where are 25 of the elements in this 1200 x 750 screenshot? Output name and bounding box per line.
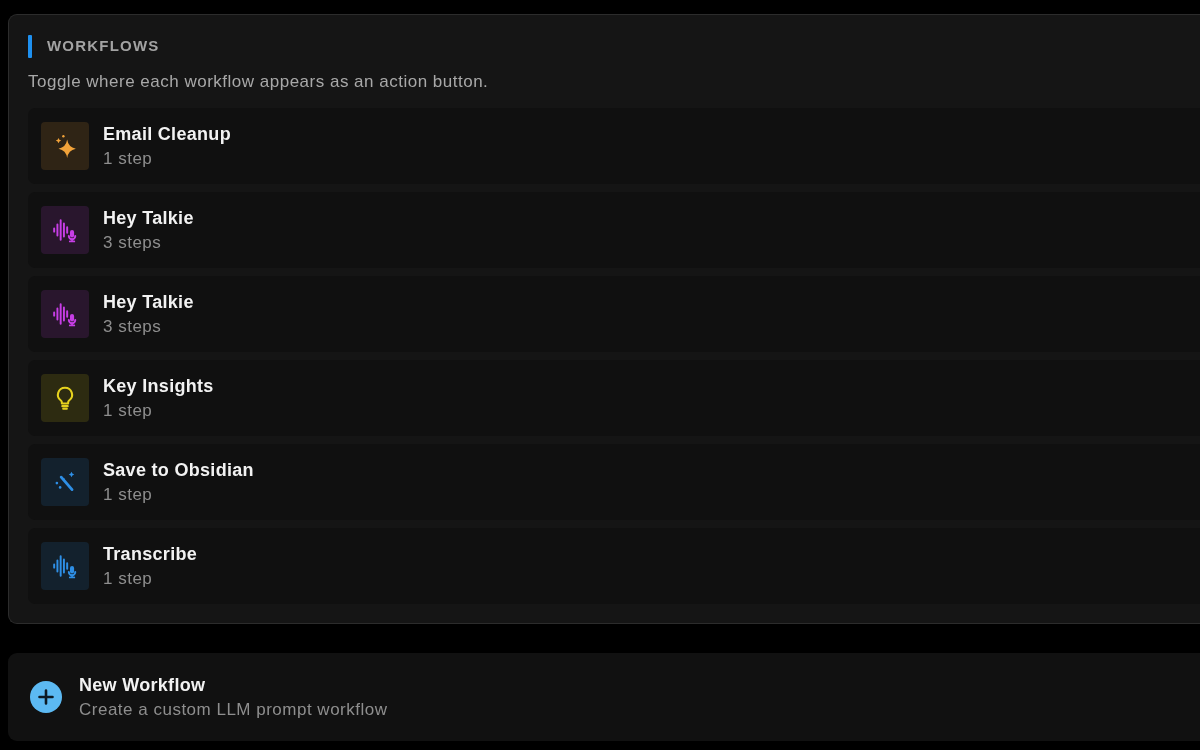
accent-bar-icon [28,35,32,58]
workflow-step-count: 1 step [103,569,154,589]
workflow-step-count: 1 step [103,401,154,421]
workflow-step-count: 1 step [103,149,154,169]
section-title: WORKFLOWS [47,36,160,57]
workflow-row[interactable]: Email Cleanup 1 step [28,108,1200,184]
workflow-name: Transcribe [103,543,198,565]
workflow-name: Save to Obsidian [103,459,254,481]
workflow-step-count: 3 steps [103,233,163,253]
workflow-name: Key Insights [103,375,214,397]
workflow-step-count: 3 steps [103,317,163,337]
section-description: Toggle where each workflow appears as an action button. [28,72,490,92]
workflow-row[interactable]: Hey Talkie 3 steps [28,276,1200,352]
workflow-step-count: 1 step [103,485,154,505]
new-workflow-title: New Workflow [79,674,207,696]
workflow-row[interactable]: Hey Talkie 3 steps [28,192,1200,268]
workflow-name: Hey Talkie [103,207,194,229]
workflow-row[interactable]: Key Insights 1 step [28,360,1200,436]
workflow-row[interactable]: Transcribe 1 step [28,528,1200,604]
workflow-row[interactable]: Save to Obsidian 1 step [28,444,1200,520]
workflow-name: Hey Talkie [103,291,194,313]
plus-icon [30,681,62,713]
workflow-name: Email Cleanup [103,123,231,145]
new-workflow-description: Create a custom LLM prompt workflow [79,700,388,720]
new-workflow-card[interactable]: New Workflow Create a custom LLM prompt workflow [8,653,1200,741]
